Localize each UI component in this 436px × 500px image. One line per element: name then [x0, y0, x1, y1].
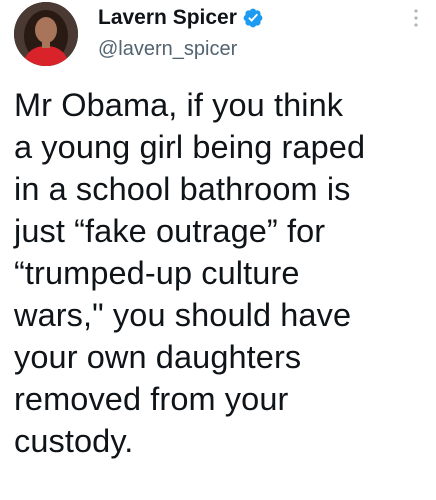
verified-badge-icon [242, 7, 264, 29]
tweet-text: Mr Obama, if you think a young girl bein… [14, 87, 366, 459]
handle[interactable]: @lavern_spicer [98, 38, 264, 61]
tweet-header: Lavern Spicer @lavern_spicer [14, 2, 424, 68]
tweet: Lavern Spicer @lavern_spicer Mr Obama, i… [0, 0, 436, 500]
name-row: Lavern Spicer [98, 4, 264, 32]
more-options-icon[interactable] [410, 6, 422, 30]
avatar[interactable] [14, 2, 78, 66]
author-info: Lavern Spicer @lavern_spicer [98, 4, 264, 61]
avatar-photo [14, 2, 78, 66]
display-name[interactable]: Lavern Spicer [98, 6, 237, 30]
